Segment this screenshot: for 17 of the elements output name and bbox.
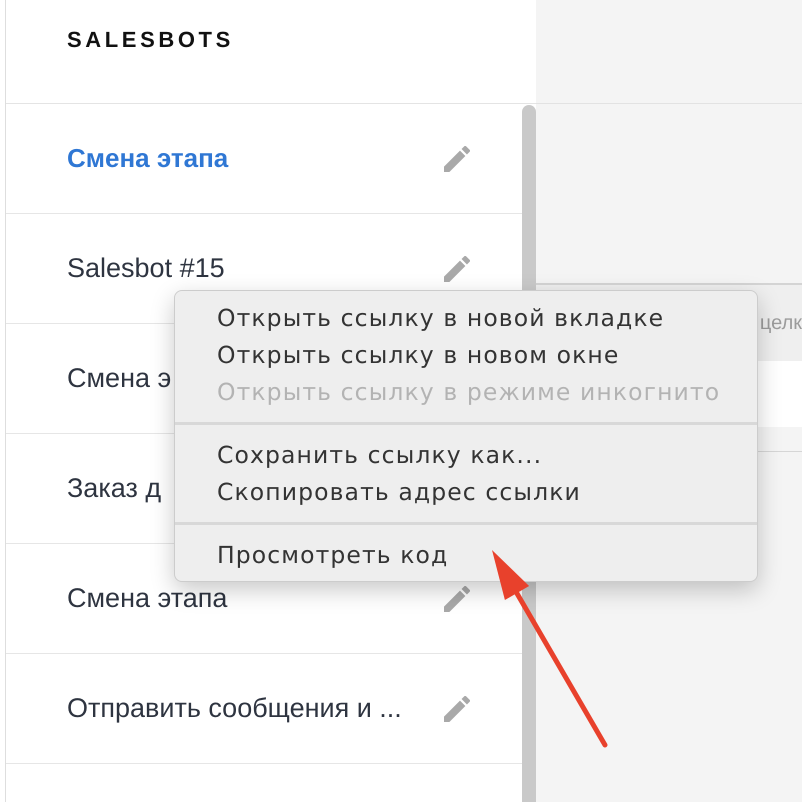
bot-link[interactable]: Salesbot #15 xyxy=(67,253,225,284)
edit-icon[interactable] xyxy=(444,586,470,612)
bot-link[interactable]: Отправить сообщения и ... xyxy=(67,693,402,724)
edit-icon[interactable] xyxy=(444,256,470,282)
menu-item[interactable]: Сохранить ссылку как... xyxy=(175,436,757,473)
sidebar-title: SALESBOTS xyxy=(67,27,234,52)
menu-item[interactable]: Открыть ссылку в новой вкладке xyxy=(175,299,757,336)
edit-icon[interactable] xyxy=(444,146,470,172)
menu-item[interactable]: Скопировать адрес ссылки xyxy=(175,473,757,510)
menu-item[interactable]: Открыть ссылку в новом окне xyxy=(175,336,757,373)
bot-link[interactable]: Заказ д xyxy=(67,473,162,504)
edit-icon[interactable] xyxy=(444,696,470,722)
panel-text: целк xyxy=(760,312,802,334)
menu-item[interactable]: Просмотреть код xyxy=(175,536,757,573)
bot-link[interactable]: Смена э xyxy=(67,363,172,394)
bot-link[interactable]: Смена этапа xyxy=(67,583,228,614)
bot-link[interactable]: Смена этапа xyxy=(67,143,228,174)
